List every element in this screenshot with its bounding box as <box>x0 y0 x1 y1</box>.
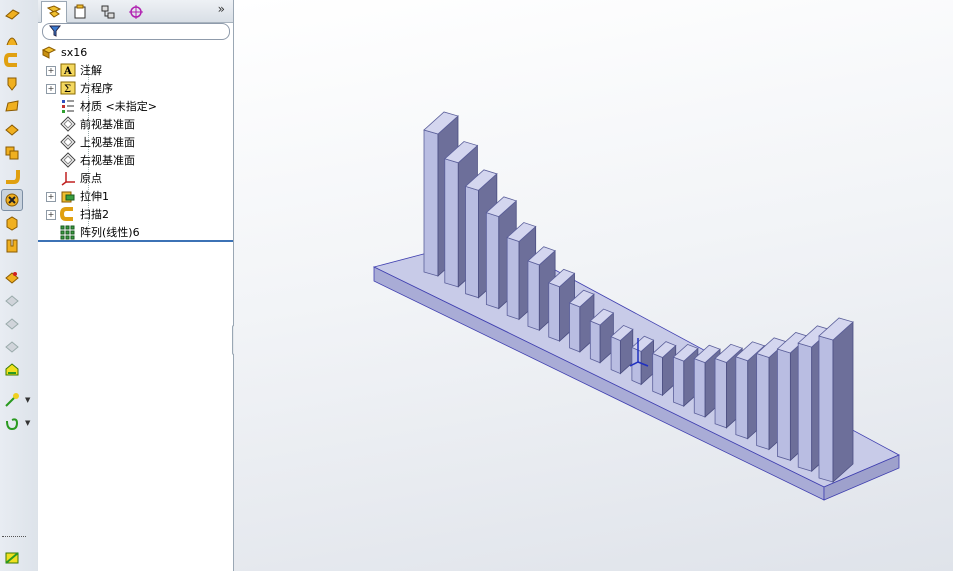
sweep-icon <box>60 206 76 222</box>
tree-item-label: 方程序 <box>80 82 113 95</box>
reference-geometry-icon[interactable] <box>2 390 22 410</box>
svg-text:Σ: Σ <box>64 84 71 95</box>
tree-item-label: 注解 <box>80 64 102 77</box>
fin-front-face[interactable] <box>444 158 459 288</box>
curves-icon[interactable] <box>2 413 22 433</box>
material-icon <box>60 98 76 114</box>
tree-item-label: 原点 <box>80 172 102 185</box>
plane-icon <box>60 134 76 150</box>
configuration-manager-tab[interactable] <box>95 1 121 23</box>
extruded-cut-icon[interactable] <box>2 97 22 117</box>
fin-front-face[interactable] <box>569 302 581 353</box>
lofted-boss-icon[interactable] <box>2 74 22 94</box>
intersect-icon[interactable] <box>2 267 22 287</box>
part-icon <box>41 44 57 60</box>
tree-item-origin[interactable]: 原点 <box>60 169 102 187</box>
expand-panel-button[interactable]: » <box>218 2 225 16</box>
feature-tree-icon <box>46 5 62 18</box>
fin-front-face[interactable] <box>610 335 621 375</box>
fin-front-face[interactable] <box>652 352 663 396</box>
revolved-boss-icon[interactable] <box>2 29 22 49</box>
property-manager-icon <box>74 4 86 19</box>
fin-front-face[interactable] <box>506 236 520 320</box>
tree-root[interactable]: sx16 <box>41 43 87 61</box>
draft-icon[interactable] <box>2 213 22 233</box>
feature-manager-tab[interactable] <box>41 1 67 23</box>
feature-filter-input[interactable] <box>42 23 230 40</box>
graphics-area[interactable] <box>234 0 953 571</box>
equation-icon: Σ <box>60 80 76 96</box>
plane-icon <box>60 152 76 168</box>
fin-front-face[interactable] <box>735 356 749 440</box>
extrude-icon <box>60 188 76 204</box>
sketch-icon[interactable] <box>2 548 22 568</box>
dimxpert-tab[interactable] <box>123 1 149 23</box>
tree-item-label: 材质 <未指定> <box>80 100 157 113</box>
origin-icon <box>60 170 76 186</box>
fin-front-face[interactable] <box>756 352 770 451</box>
fin-front-face[interactable] <box>777 348 791 461</box>
linear-pattern-icon <box>60 224 76 240</box>
fin-front-face[interactable] <box>797 342 813 472</box>
wrap-icon[interactable] <box>2 236 22 256</box>
expand-toggle[interactable]: + <box>46 192 56 202</box>
plane-icon <box>60 116 76 132</box>
tree-root-label: sx16 <box>61 45 88 59</box>
rib-icon[interactable] <box>2 166 22 186</box>
reference-geometry-dropdown-icon[interactable]: ▼ <box>25 396 30 404</box>
deform-icon-disabled <box>2 336 22 356</box>
feature-manager-panel: » sx16 + A 注解 + Σ 方程序 材质 <未指定> 前视基准面 上视基… <box>38 0 234 571</box>
tree-item-label: 上视基准面 <box>80 136 135 149</box>
expand-toggle[interactable]: + <box>46 84 56 94</box>
fin-front-face[interactable] <box>673 356 685 407</box>
toolbar-grip[interactable] <box>2 536 26 541</box>
fin-front-face[interactable] <box>527 260 540 331</box>
property-manager-tab[interactable] <box>67 1 93 23</box>
tree-item-top-plane[interactable]: 上视基准面 <box>60 133 135 151</box>
fin-front-face[interactable] <box>818 335 834 483</box>
curves-dropdown-icon[interactable]: ▼ <box>25 419 30 427</box>
fin-front-face[interactable] <box>485 212 500 310</box>
tree-item-extrude1[interactable]: + 拉伸1 <box>46 187 109 205</box>
annotation-icon: A <box>60 62 76 78</box>
filter-icon <box>49 25 61 37</box>
expand-toggle[interactable]: + <box>46 210 56 220</box>
expand-toggle[interactable]: + <box>46 66 56 76</box>
swept-boss-icon[interactable] <box>2 50 22 70</box>
feature-manager-tabs: » <box>38 0 233 23</box>
configuration-icon <box>101 5 115 19</box>
tree-item-annotations[interactable]: + A 注解 <box>46 61 102 79</box>
fin-side-face[interactable] <box>832 321 854 483</box>
tree-item-label: 拉伸1 <box>80 190 109 203</box>
tree-item-sweep2[interactable]: + 扫描2 <box>46 205 109 223</box>
tree-item-equations[interactable]: + Σ 方程序 <box>46 79 113 97</box>
fin-front-face[interactable] <box>465 185 479 299</box>
tree-item-label: 右视基准面 <box>80 154 135 167</box>
instant3d-icon[interactable] <box>2 359 22 379</box>
fillet-icon[interactable] <box>2 120 22 140</box>
features-toolbar: ▼ ▼ <box>0 0 39 571</box>
extruded-boss-icon[interactable] <box>2 4 22 24</box>
fin-front-face[interactable] <box>631 346 642 386</box>
svg-text:A: A <box>63 66 72 77</box>
tree-item-label: 扫描2 <box>80 208 109 221</box>
fin-front-face[interactable] <box>693 358 706 418</box>
part-model-3d[interactable] <box>234 0 953 571</box>
tree-item-label: 阵列(线性)6 <box>80 226 140 239</box>
tree-item-front-plane[interactable]: 前视基准面 <box>60 115 135 133</box>
tree-item-right-plane[interactable]: 右视基准面 <box>60 151 135 169</box>
dome-icon-disabled <box>2 290 22 310</box>
fin-front-face[interactable] <box>589 320 601 364</box>
crosshair-icon <box>129 5 143 19</box>
linear-pattern-icon[interactable] <box>2 143 22 163</box>
tree-item-linear-pattern6[interactable]: 阵列(线性)6 <box>60 223 140 241</box>
tree-item-material[interactable]: 材质 <未指定> <box>60 97 157 115</box>
rollback-bar[interactable] <box>38 240 233 242</box>
shell-icon[interactable] <box>1 189 23 211</box>
fin-front-face[interactable] <box>423 129 439 277</box>
fin-front-face[interactable] <box>714 357 727 429</box>
flex-icon-disabled <box>2 313 22 333</box>
fin-front-face[interactable] <box>548 282 560 342</box>
tree-item-label: 前视基准面 <box>80 118 135 131</box>
